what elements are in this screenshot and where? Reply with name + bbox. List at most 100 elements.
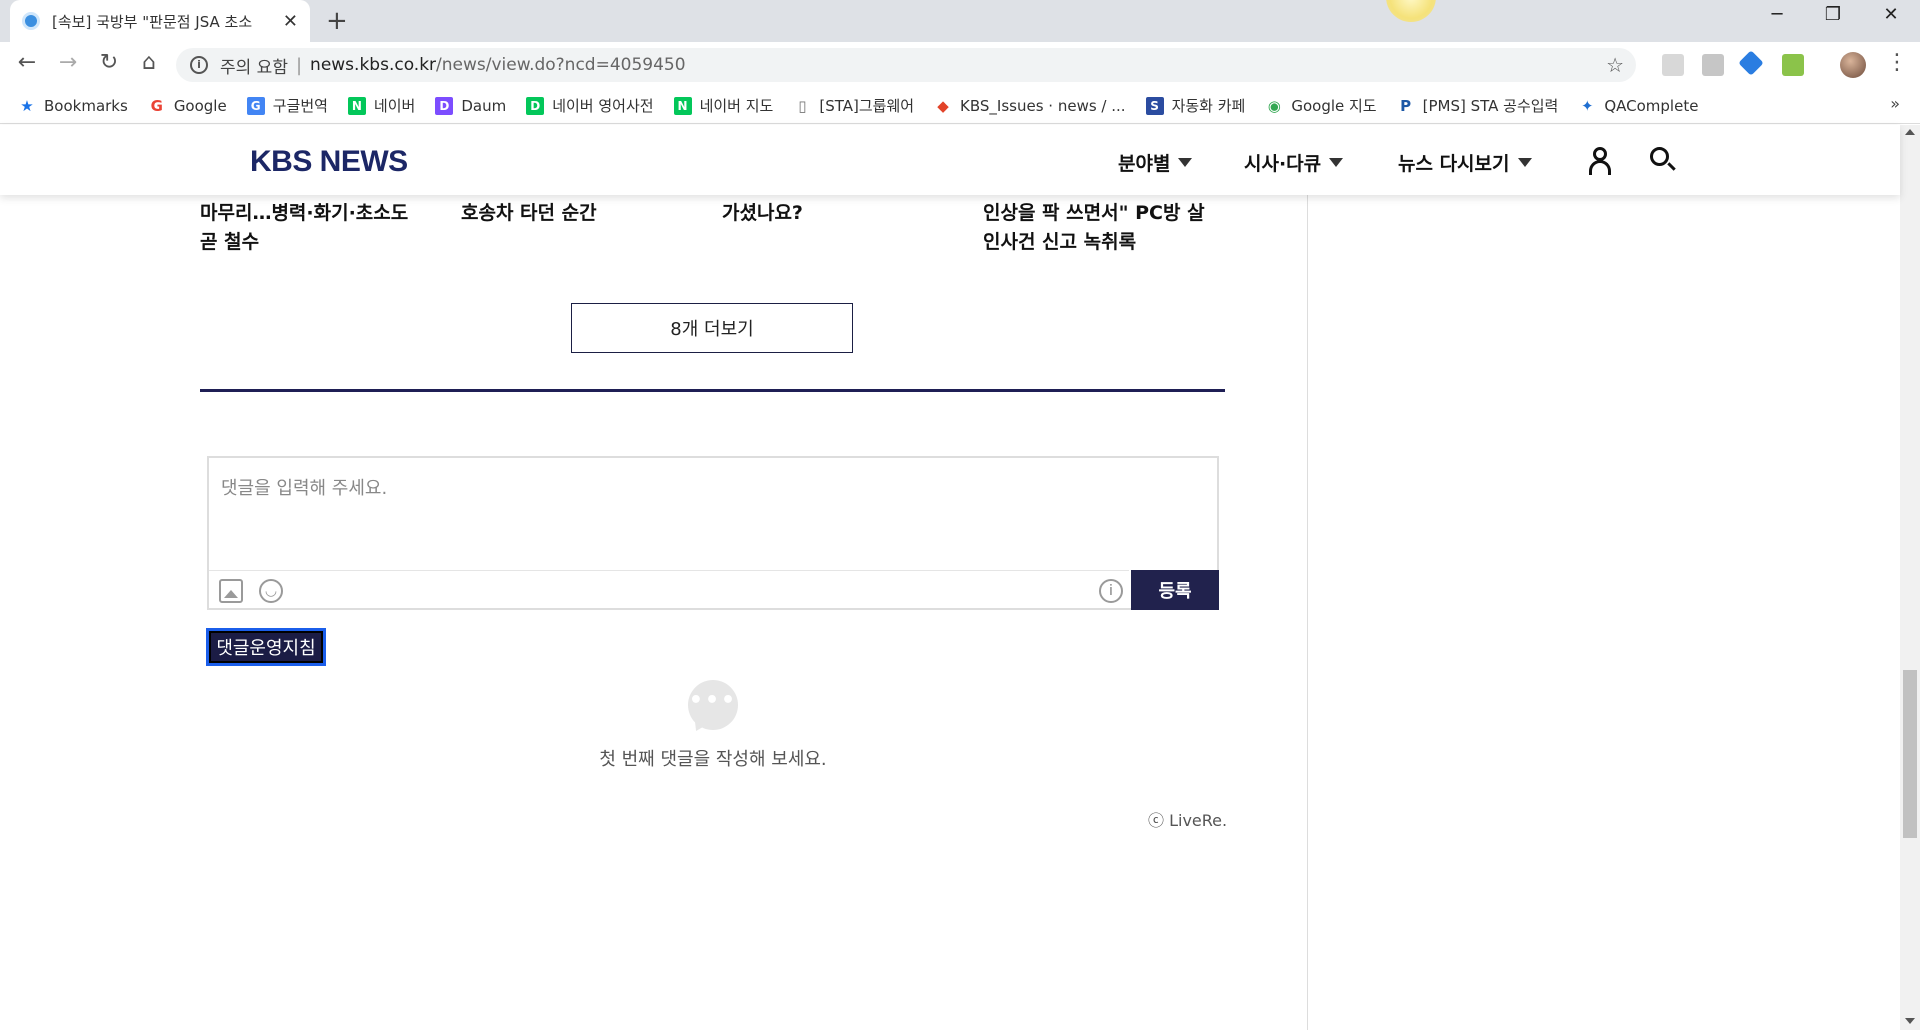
scroll-thumb[interactable]: [1903, 670, 1917, 838]
extension-cast-icon[interactable]: [1662, 54, 1684, 76]
load-more-button[interactable]: 8개 더보기: [571, 303, 853, 353]
bookmark-item[interactable]: ★ Bookmarks: [18, 97, 128, 115]
tab-close-icon[interactable]: ✕: [283, 11, 298, 32]
minimize-button[interactable]: ─: [1752, 4, 1802, 25]
bookmark-label: 구글번역: [272, 97, 328, 115]
browser-menu-icon[interactable]: ⋮: [1886, 50, 1908, 75]
bookmark-item[interactable]: D 네이버 영어사전: [526, 95, 654, 116]
page-icon: ▯: [798, 96, 807, 115]
home-icon[interactable]: ⌂: [134, 50, 164, 75]
kbs-favicon-icon: [22, 12, 40, 30]
profile-avatar[interactable]: [1840, 52, 1866, 78]
empty-comments-message: 첫 번째 댓글을 작성해 보세요.: [599, 749, 827, 770]
tab-title: [속보] 국방부 "판문점 JSA 초소: [52, 12, 253, 31]
site-header: KBS NEWS 분야별 시사·다큐 뉴스 다시보기: [0, 125, 1900, 195]
bookmark-star-icon[interactable]: ☆: [1606, 53, 1624, 77]
scroll-down-icon[interactable]: [1905, 1018, 1915, 1024]
info-icon[interactable]: i: [1099, 579, 1123, 603]
tab-strip: [속보] 국방부 "판문점 JSA 초소 ✕ + ─ ❐ ✕: [0, 0, 1920, 42]
chat-bubble-icon: •••: [688, 680, 738, 730]
bookmark-item[interactable]: S 자동화 카페: [1145, 95, 1246, 116]
maps-icon: ◉: [1267, 96, 1281, 115]
chevron-down-icon: [1329, 158, 1344, 167]
menu-category-label: 분야별: [1118, 153, 1171, 175]
page-content: 마무리…병력·화기·초소도 곧 철수 호송차 타던 순간 가셨나요? 인상을 팍…: [0, 195, 1900, 1030]
security-status: 주의 요함: [220, 57, 288, 78]
bookmark-item[interactable]: D Daum: [435, 96, 507, 115]
url-path: /news/view.do?ncd=4059450: [436, 55, 686, 75]
menu-documentary[interactable]: 시사·다큐: [1244, 149, 1344, 176]
url-separator: |: [295, 54, 303, 76]
new-tab-button[interactable]: +: [326, 6, 348, 36]
site-logo[interactable]: KBS NEWS: [250, 145, 408, 179]
menu-replay[interactable]: 뉴스 다시보기: [1398, 149, 1532, 176]
section-divider: [200, 389, 1225, 392]
page-scrollbar[interactable]: [1900, 125, 1920, 1030]
bookmark-label: Bookmarks: [44, 96, 128, 115]
bookmark-label: 네이버: [373, 97, 416, 115]
bookmark-item[interactable]: G Google: [148, 97, 227, 115]
bookmark-label: Google 지도: [1291, 97, 1377, 115]
url-host: news.kbs.co.kr: [310, 55, 437, 75]
bookmark-item[interactable]: ◆ KBS_Issues · news / ...: [934, 96, 1126, 115]
site-info-icon[interactable]: i: [190, 56, 208, 74]
forward-arrow-icon[interactable]: →: [53, 50, 83, 75]
menu-replay-label: 뉴스 다시보기: [1398, 153, 1510, 175]
browser-tab[interactable]: [속보] 국방부 "판문점 JSA 초소 ✕: [10, 0, 310, 42]
gitlab-icon: ◆: [937, 96, 949, 115]
naver-icon: N: [347, 96, 366, 115]
related-article-title[interactable]: 가셨나요?: [722, 199, 952, 228]
comment-editor[interactable]: 댓글을 입력해 주세요. ◡ i: [207, 456, 1219, 610]
translate-icon: G: [246, 96, 265, 115]
comment-input[interactable]: 댓글을 입력해 주세요.: [221, 474, 387, 500]
bookmark-label: Daum: [461, 96, 507, 115]
close-window-button[interactable]: ✕: [1866, 4, 1916, 25]
comment-guidelines-button[interactable]: 댓글운영지침: [206, 628, 326, 666]
menu-category[interactable]: 분야별: [1118, 149, 1193, 176]
bookmark-item[interactable]: N 네이버: [347, 95, 416, 116]
dict-icon: D: [526, 96, 545, 115]
sidebar-divider: [1307, 195, 1308, 1030]
menu-documentary-label: 시사·다큐: [1244, 153, 1322, 175]
chevron-down-icon: [1178, 158, 1193, 167]
bookmark-label: QAComplete: [1604, 96, 1699, 115]
bookmark-item[interactable]: ▯ [STA]그룹웨어: [793, 95, 914, 116]
address-bar[interactable]: i 주의 요함 | news.kbs.co.kr /news/view.do?n…: [176, 48, 1636, 82]
chevron-down-icon: [1517, 158, 1532, 167]
bookmark-label: Google: [173, 96, 227, 115]
user-icon[interactable]: [1588, 147, 1612, 175]
emoji-icon[interactable]: ◡: [259, 579, 283, 603]
livere-credit[interactable]: ⓒ LiveRe.: [1148, 807, 1227, 831]
bookmark-item[interactable]: ◉ Google 지도: [1265, 95, 1377, 116]
extension-ladder-icon[interactable]: [1782, 54, 1804, 76]
related-article-title[interactable]: 마무리…병력·화기·초소도 곧 철수: [200, 199, 430, 257]
naver-icon: N: [673, 96, 692, 115]
bookmark-label: [STA]그룹웨어: [819, 97, 915, 115]
decorative-orb: [1386, 0, 1436, 22]
image-upload-icon[interactable]: [219, 579, 243, 603]
extension-ex-icon[interactable]: [1702, 54, 1724, 76]
google-icon: G: [150, 96, 163, 115]
bookmarks-bar: ★ Bookmarks G Google G 구글번역 N 네이버 D Daum D 네이버 영어사전…: [0, 88, 1920, 124]
bookmark-label: 자동화 카페: [1171, 97, 1246, 115]
bookmark-item[interactable]: G 구글번역: [246, 95, 328, 116]
reload-icon[interactable]: ↻: [94, 50, 124, 75]
maximize-button[interactable]: ❐: [1808, 4, 1858, 25]
bookmarks-overflow-icon[interactable]: »: [1890, 94, 1900, 113]
bookmark-item[interactable]: P [PMS] STA 공수입력: [1397, 95, 1558, 116]
comment-toolbar: ◡ i: [209, 570, 1129, 610]
bookmark-label: KBS_Issues · news / ...: [960, 96, 1126, 115]
bookmark-item[interactable]: N 네이버 지도: [673, 95, 774, 116]
search-icon[interactable]: [1650, 147, 1676, 173]
related-article-title[interactable]: 인상을 팍 쓰면서" PC방 살인사건 신고 녹취록: [983, 199, 1213, 257]
comment-submit-button[interactable]: 등록: [1131, 570, 1219, 610]
back-arrow-icon[interactable]: ←: [12, 50, 42, 75]
qacomplete-icon: ✦: [1581, 96, 1594, 115]
related-article-title[interactable]: 호송차 타던 순간: [461, 199, 691, 228]
bookmark-item[interactable]: ✦ QAComplete: [1578, 97, 1698, 115]
pms-icon: P: [1400, 96, 1412, 115]
bookmark-label: 네이버 지도: [699, 97, 774, 115]
daum-icon: D: [435, 96, 454, 115]
sta-icon: S: [1145, 96, 1164, 115]
scroll-up-icon[interactable]: [1905, 129, 1915, 135]
